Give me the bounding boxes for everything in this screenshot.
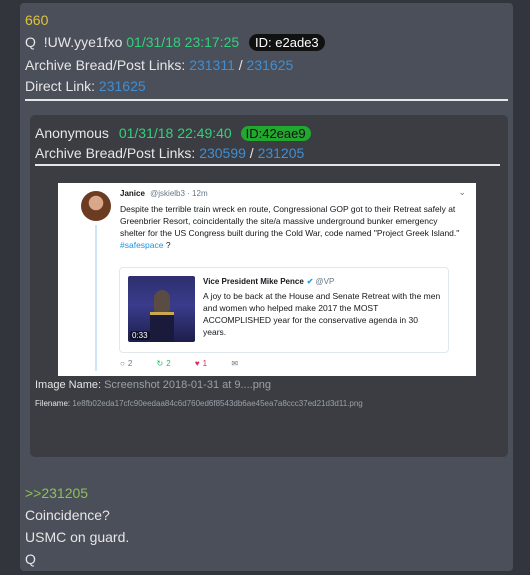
- image-name-label: Image Name:: [35, 379, 102, 391]
- post-tripcode: !UW.yye1fxo: [43, 34, 123, 50]
- speaker-figure: [154, 290, 170, 312]
- tweet-hashtag: #safespace: [120, 240, 164, 250]
- filename-row: Filename: 1e8fb02eda17cfc90eedaa84c6d760…: [35, 399, 363, 408]
- speech-bubble-icon: ○: [120, 359, 125, 368]
- archive-link-2[interactable]: 231625: [247, 57, 294, 73]
- post-body-line-3: Q: [25, 551, 36, 567]
- post-number[interactable]: 660: [25, 12, 48, 28]
- quoted-archive-label: Archive Bread/Post Links:: [35, 145, 196, 161]
- quoted-tweet-author: Vice President Mike Pence: [203, 277, 304, 286]
- tweet-text: Despite the terrible train wreck en rout…: [120, 203, 465, 251]
- post-body-line-1: Coincidence?: [25, 507, 110, 523]
- video-thumbnail: 0:33: [128, 276, 195, 342]
- avatar: [81, 191, 111, 221]
- retweet-action: ↻ 2: [157, 359, 171, 368]
- post-id-badge[interactable]: ID: e2ade3: [249, 34, 325, 51]
- quoted-post-header: Anonymous 01/31/18 22:49:40 ID:42eae9: [35, 125, 311, 141]
- post-body-line-2: USMC on guard.: [25, 529, 130, 545]
- archive-label: Archive Bread/Post Links:: [25, 57, 186, 73]
- retweet-count: 2: [166, 359, 171, 368]
- quoted-tweet-header: Vice President Mike Pence ✔ @VP: [203, 277, 334, 286]
- tweet-author-name: Janice: [120, 189, 145, 198]
- quoted-id-badge[interactable]: ID:42eae9: [240, 126, 311, 141]
- header-divider: [25, 99, 508, 101]
- tweet-text-end: ?: [163, 240, 171, 250]
- dm-action: ✉: [231, 359, 238, 368]
- archive-links-row: Archive Bread/Post Links: 231311 / 23162…: [25, 57, 293, 73]
- image-name-row: Image Name: Screenshot 2018-01-31 at 9..…: [35, 379, 271, 391]
- quoted-tweet-text: A joy to be back at the House and Senate…: [203, 291, 441, 337]
- video-duration: 0:33: [130, 331, 150, 340]
- like-action: ♥ 1: [195, 359, 207, 368]
- quoted-date: 01/31/18 22:49:40: [118, 125, 232, 141]
- quoted-tweet: 0:33 Vice President Mike Pence ✔ @VP A joy…: [119, 267, 449, 353]
- post-date: 01/31/18 23:17:25: [126, 34, 240, 50]
- heart-icon: ♥: [194, 359, 200, 368]
- direct-link-row: Direct Link: 231625: [25, 78, 146, 94]
- envelope-icon: ✉: [231, 359, 239, 368]
- archive-separator: /: [238, 57, 243, 73]
- tweet-text-main: Despite the terrible train wreck en rout…: [120, 204, 460, 238]
- image-name-value[interactable]: Screenshot 2018-01-31 at 9....png: [104, 379, 271, 391]
- quoted-archive-separator: /: [249, 145, 254, 161]
- quoted-archive-row: Archive Bread/Post Links: 230599 / 23120…: [35, 145, 304, 161]
- tweet-screenshot[interactable]: Janice @jskielb3 · 12m ⌄ Despite the ter…: [58, 183, 476, 376]
- direct-link-label: Direct Link:: [25, 78, 96, 94]
- direct-link[interactable]: 231625: [99, 78, 146, 94]
- like-count: 1: [202, 359, 208, 368]
- post-author: Q: [25, 34, 36, 50]
- post-container: 660 Q !UW.yye1fxo 01/31/18 23:17:25 ID: …: [20, 3, 513, 571]
- reply-reference-link[interactable]: >>231205: [25, 485, 88, 501]
- tweet-actions: ○ 2 ↻ 2 ♥ 1 ✉: [120, 359, 260, 368]
- chevron-down-icon: ⌄: [458, 187, 466, 197]
- tweet-handle: @jskielb3 · 12m: [150, 189, 208, 198]
- quoted-post: Anonymous 01/31/18 22:49:40 ID:42eae9 Ar…: [30, 115, 508, 457]
- reply-action: ○ 2: [120, 359, 132, 368]
- post-header: Q !UW.yye1fxo 01/31/18 23:17:25 ID: e2ad…: [25, 34, 325, 51]
- quoted-tweet-handle: @VP: [315, 277, 335, 286]
- quoted-author: Anonymous: [35, 125, 109, 141]
- tweet-header: Janice @jskielb3 · 12m: [120, 189, 208, 198]
- archive-link-1[interactable]: 231311: [189, 57, 235, 73]
- filename-value[interactable]: 1e8fb02eda17cfc90eedaa84c6d760ed6f8543db…: [72, 399, 362, 408]
- podium: [150, 312, 174, 342]
- reply-count: 2: [127, 359, 133, 368]
- thread-line: [95, 225, 97, 371]
- verified-badge-icon: ✔: [306, 277, 314, 286]
- filename-label: Filename:: [35, 399, 71, 408]
- quoted-archive-link-1[interactable]: 230599: [199, 145, 246, 161]
- quoted-archive-link-2[interactable]: 231205: [258, 145, 305, 161]
- quoted-header-divider: [35, 164, 500, 166]
- retweet-icon: ↻: [156, 359, 164, 368]
